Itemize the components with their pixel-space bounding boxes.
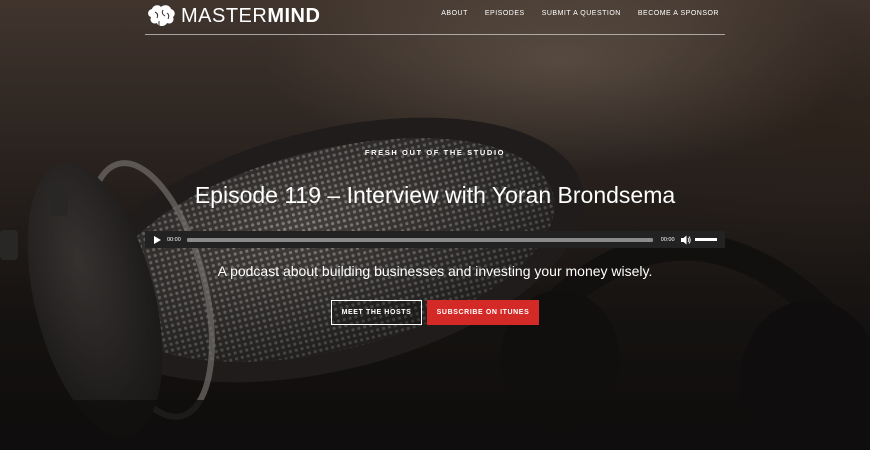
nav-episodes[interactable]: EPISODES: [485, 10, 525, 17]
main-nav: ABOUT EPISODES SUBMIT A QUESTION BECOME …: [424, 10, 719, 17]
current-time: 00:00: [167, 236, 181, 243]
hero-background: [0, 0, 870, 450]
meet-the-hosts-button[interactable]: MEET THE HOSTS: [331, 300, 422, 325]
nav-about[interactable]: ABOUT: [441, 10, 468, 17]
tagline: A podcast about building businesses and …: [217, 263, 653, 279]
play-icon[interactable]: [153, 235, 161, 244]
audio-player: 00:00 00:00: [145, 231, 725, 248]
logo[interactable]: MASTERMIND: [145, 2, 320, 30]
volume-slider[interactable]: [694, 238, 717, 241]
brain-icon: [148, 5, 175, 28]
duration: 00:00: [660, 236, 675, 243]
progress-bar[interactable]: [186, 237, 653, 242]
nav-become-sponsor[interactable]: BECOME A SPONSOR: [638, 10, 719, 17]
volume-icon[interactable]: [680, 235, 691, 245]
nav-submit-question[interactable]: SUBMIT A QUESTION: [542, 10, 621, 17]
brand-name: MASTERMIND: [181, 5, 320, 28]
subscribe-itunes-button[interactable]: SUBSCRIBE ON ITUNES: [427, 300, 539, 325]
dark-overlay: [0, 0, 870, 450]
top-navigation: MASTERMIND ABOUT EPISODES SUBMIT A QUEST…: [145, 0, 725, 35]
brand-name-light: MASTER: [181, 4, 268, 27]
hero-kicker: FRESH OUT OF THE STUDIO: [364, 148, 506, 157]
episode-title: Episode 119 – Interview with Yoran Brond…: [194, 182, 676, 208]
brand-name-bold: MIND: [267, 4, 321, 27]
